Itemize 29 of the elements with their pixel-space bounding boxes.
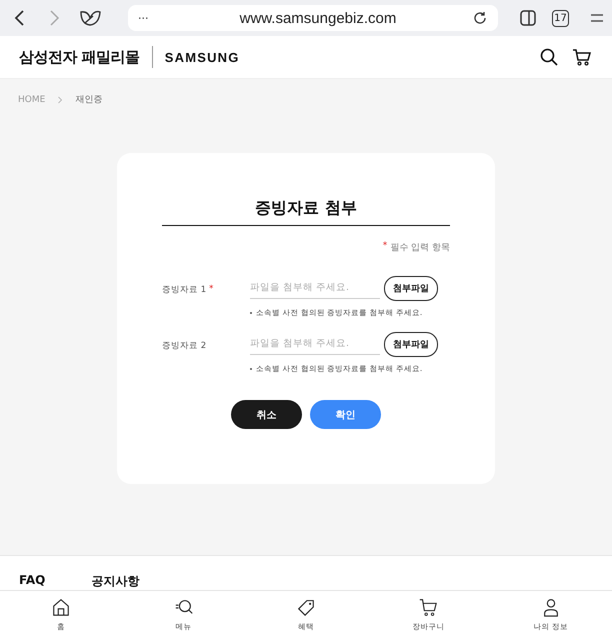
cart-icon[interactable] bbox=[572, 47, 592, 67]
split-view-icon[interactable] bbox=[518, 8, 538, 28]
required-mark: * bbox=[382, 241, 388, 253]
tab-count-button[interactable]: 17 bbox=[552, 10, 569, 26]
url-text: www.samsungebiz.com bbox=[238, 10, 398, 26]
attach-file-button[interactable]: 첨부파일 bbox=[384, 332, 438, 357]
home-icon[interactable] bbox=[51, 597, 72, 617]
field-label: 증빙자료 1 bbox=[162, 284, 206, 296]
search-icon[interactable] bbox=[539, 47, 559, 67]
required-mark: * bbox=[209, 284, 214, 294]
footer-link[interactable]: 공지사항 bbox=[91, 573, 140, 590]
reload-icon[interactable] bbox=[472, 10, 488, 26]
file-name-field[interactable]: 파일을 첨부해 주세요. bbox=[250, 334, 380, 355]
samsung-logo[interactable]: SAMSUNG bbox=[164, 50, 240, 64]
tag-icon[interactable] bbox=[296, 597, 316, 617]
file-name-field[interactable]: 파일을 첨부해 주세요. bbox=[250, 278, 380, 299]
cancel-button[interactable]: 취소 bbox=[231, 400, 302, 429]
form-title: 증빙자료 첨부 bbox=[162, 198, 450, 226]
address-bar[interactable]: ··· www.samsungebiz.com bbox=[128, 5, 498, 31]
leaf-icon[interactable] bbox=[78, 8, 102, 28]
footer-link[interactable]: FAQ bbox=[19, 573, 46, 590]
brand-name[interactable]: 삼성전자 패밀리몰 bbox=[19, 48, 140, 66]
more-button[interactable]: ··· bbox=[138, 12, 164, 24]
cart-icon[interactable] bbox=[418, 597, 438, 617]
breadcrumb-link[interactable]: 재인증 bbox=[75, 93, 102, 106]
field-label: 증빙자료 2 bbox=[162, 340, 206, 352]
chevron-icon bbox=[57, 96, 64, 104]
required-note: 필수 입력 항목 bbox=[390, 242, 450, 254]
attach-file-button[interactable]: 첨부파일 bbox=[384, 276, 438, 301]
